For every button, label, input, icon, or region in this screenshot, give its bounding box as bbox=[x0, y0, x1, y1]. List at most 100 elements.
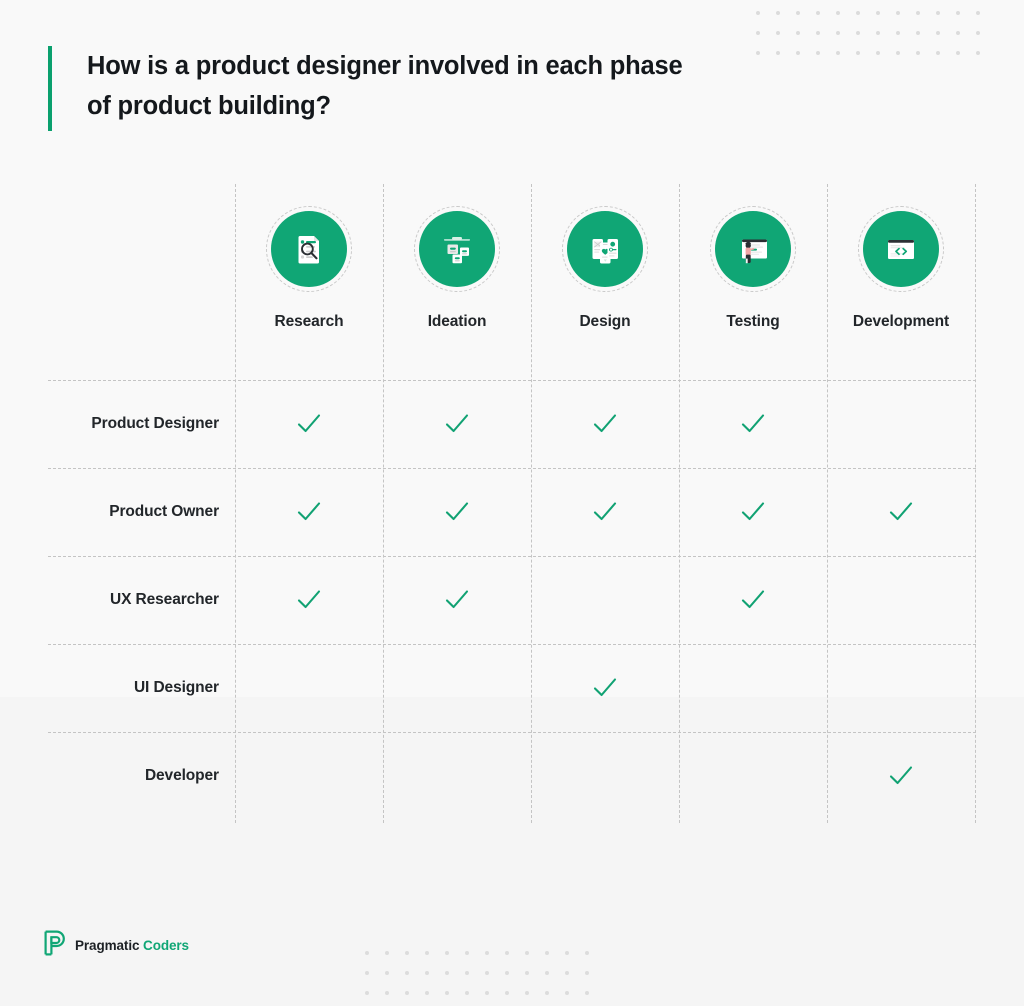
check-icon bbox=[445, 414, 469, 433]
decorative-dot bbox=[585, 951, 589, 955]
column-header-testing: Testing bbox=[679, 184, 827, 380]
decorative-dot bbox=[836, 31, 840, 35]
column-label-testing: Testing bbox=[726, 313, 780, 330]
check-icon bbox=[445, 590, 469, 609]
cell-product-owner-research bbox=[235, 468, 383, 556]
column-header-ideation: Ideation bbox=[383, 184, 531, 380]
check-icon bbox=[297, 590, 321, 609]
decorative-dot bbox=[796, 11, 800, 15]
decorative-dot bbox=[976, 31, 980, 35]
decorative-dot bbox=[836, 51, 840, 55]
document-magnifier-icon bbox=[271, 211, 347, 287]
decorative-dot bbox=[876, 31, 880, 35]
row-label-product-designer: Product Designer bbox=[91, 415, 219, 432]
phase-icon-ring-ideation bbox=[414, 206, 500, 292]
decorative-dot bbox=[465, 991, 469, 995]
table-row: UI Designer bbox=[48, 644, 976, 732]
decorative-dot bbox=[565, 991, 569, 995]
decorative-dot bbox=[916, 51, 920, 55]
decorative-dot-grid-bottom bbox=[357, 943, 597, 1003]
decorative-dot bbox=[816, 11, 820, 15]
decorative-dot bbox=[776, 11, 780, 15]
decorative-dot bbox=[445, 991, 449, 995]
cell-ui-designer-design bbox=[531, 644, 679, 732]
decorative-dot bbox=[425, 971, 429, 975]
decorative-dot bbox=[385, 971, 389, 975]
cell-product-designer-testing bbox=[679, 380, 827, 468]
decorative-dot bbox=[505, 971, 509, 975]
sticky-notes-board-icon bbox=[419, 211, 495, 287]
cell-product-designer-ideation bbox=[383, 380, 531, 468]
check-icon bbox=[297, 414, 321, 433]
cell-product-owner-development bbox=[827, 468, 975, 556]
mobile-wireframes-icon bbox=[567, 211, 643, 287]
decorative-dot bbox=[896, 51, 900, 55]
cell-product-owner-ideation bbox=[383, 468, 531, 556]
column-header-development: Development bbox=[827, 184, 975, 380]
decorative-dot bbox=[756, 31, 760, 35]
decorative-dot bbox=[365, 971, 369, 975]
cell-developer-development bbox=[827, 732, 975, 820]
decorative-dot bbox=[816, 31, 820, 35]
decorative-dot bbox=[525, 951, 529, 955]
decorative-dot bbox=[896, 11, 900, 15]
table-row: Product Owner bbox=[48, 468, 976, 556]
decorative-dot bbox=[445, 951, 449, 955]
table-row: Developer bbox=[48, 732, 976, 820]
decorative-dot bbox=[425, 951, 429, 955]
code-window-icon bbox=[863, 211, 939, 287]
decorative-dot bbox=[876, 11, 880, 15]
decorative-dot bbox=[465, 951, 469, 955]
presenter-whiteboard-icon bbox=[715, 211, 791, 287]
brand-logo: Pragmatic Coders bbox=[44, 930, 189, 961]
decorative-dot bbox=[936, 31, 940, 35]
decorative-dot bbox=[776, 31, 780, 35]
decorative-dot bbox=[545, 951, 549, 955]
check-icon bbox=[741, 502, 765, 521]
check-icon bbox=[889, 502, 913, 521]
column-header-research: Research bbox=[235, 184, 383, 380]
decorative-dot bbox=[485, 951, 489, 955]
decorative-dot bbox=[776, 51, 780, 55]
decorative-dot bbox=[585, 991, 589, 995]
decorative-dot bbox=[565, 971, 569, 975]
decorative-dot bbox=[876, 51, 880, 55]
decorative-dot bbox=[796, 31, 800, 35]
decorative-dot bbox=[856, 31, 860, 35]
decorative-dot bbox=[856, 51, 860, 55]
matrix-corner-cell bbox=[48, 184, 235, 380]
matrix-header-row: Research Ideation Design Testing Develop… bbox=[48, 184, 976, 380]
row-label-ui-designer: UI Designer bbox=[133, 679, 219, 696]
column-label-design: Design bbox=[579, 313, 631, 330]
cell-developer-research bbox=[235, 732, 383, 820]
cell-product-designer-development bbox=[827, 380, 975, 468]
check-icon bbox=[593, 414, 617, 433]
cell-ux-researcher-testing bbox=[679, 556, 827, 644]
cell-product-owner-design bbox=[531, 468, 679, 556]
decorative-dot bbox=[756, 11, 760, 15]
decorative-dot bbox=[916, 11, 920, 15]
page-title: How is a product designer involved in ea… bbox=[87, 52, 683, 120]
decorative-dot bbox=[976, 11, 980, 15]
table-row: UX Researcher bbox=[48, 556, 976, 644]
cell-ui-designer-development bbox=[827, 644, 975, 732]
column-label-development: Development bbox=[852, 313, 950, 330]
cell-ui-designer-research bbox=[235, 644, 383, 732]
decorative-dot bbox=[856, 11, 860, 15]
row-label-product-owner: Product Owner bbox=[109, 503, 219, 520]
decorative-dot bbox=[445, 971, 449, 975]
title-accent-bar bbox=[48, 46, 52, 131]
logo-wordmark: Pragmatic Coders bbox=[75, 938, 189, 953]
cell-ui-designer-testing bbox=[679, 644, 827, 732]
column-label-research: Research bbox=[274, 313, 344, 330]
cell-ui-designer-ideation bbox=[383, 644, 531, 732]
decorative-dot bbox=[545, 991, 549, 995]
decorative-dot bbox=[545, 971, 549, 975]
phase-icon-ring-testing bbox=[710, 206, 796, 292]
check-icon bbox=[593, 502, 617, 521]
column-label-ideation: Ideation bbox=[427, 313, 487, 330]
decorative-dot bbox=[365, 991, 369, 995]
row-label-ux-researcher: UX Researcher bbox=[110, 591, 219, 608]
row-label-developer: Developer bbox=[144, 767, 219, 784]
decorative-dot bbox=[585, 971, 589, 975]
